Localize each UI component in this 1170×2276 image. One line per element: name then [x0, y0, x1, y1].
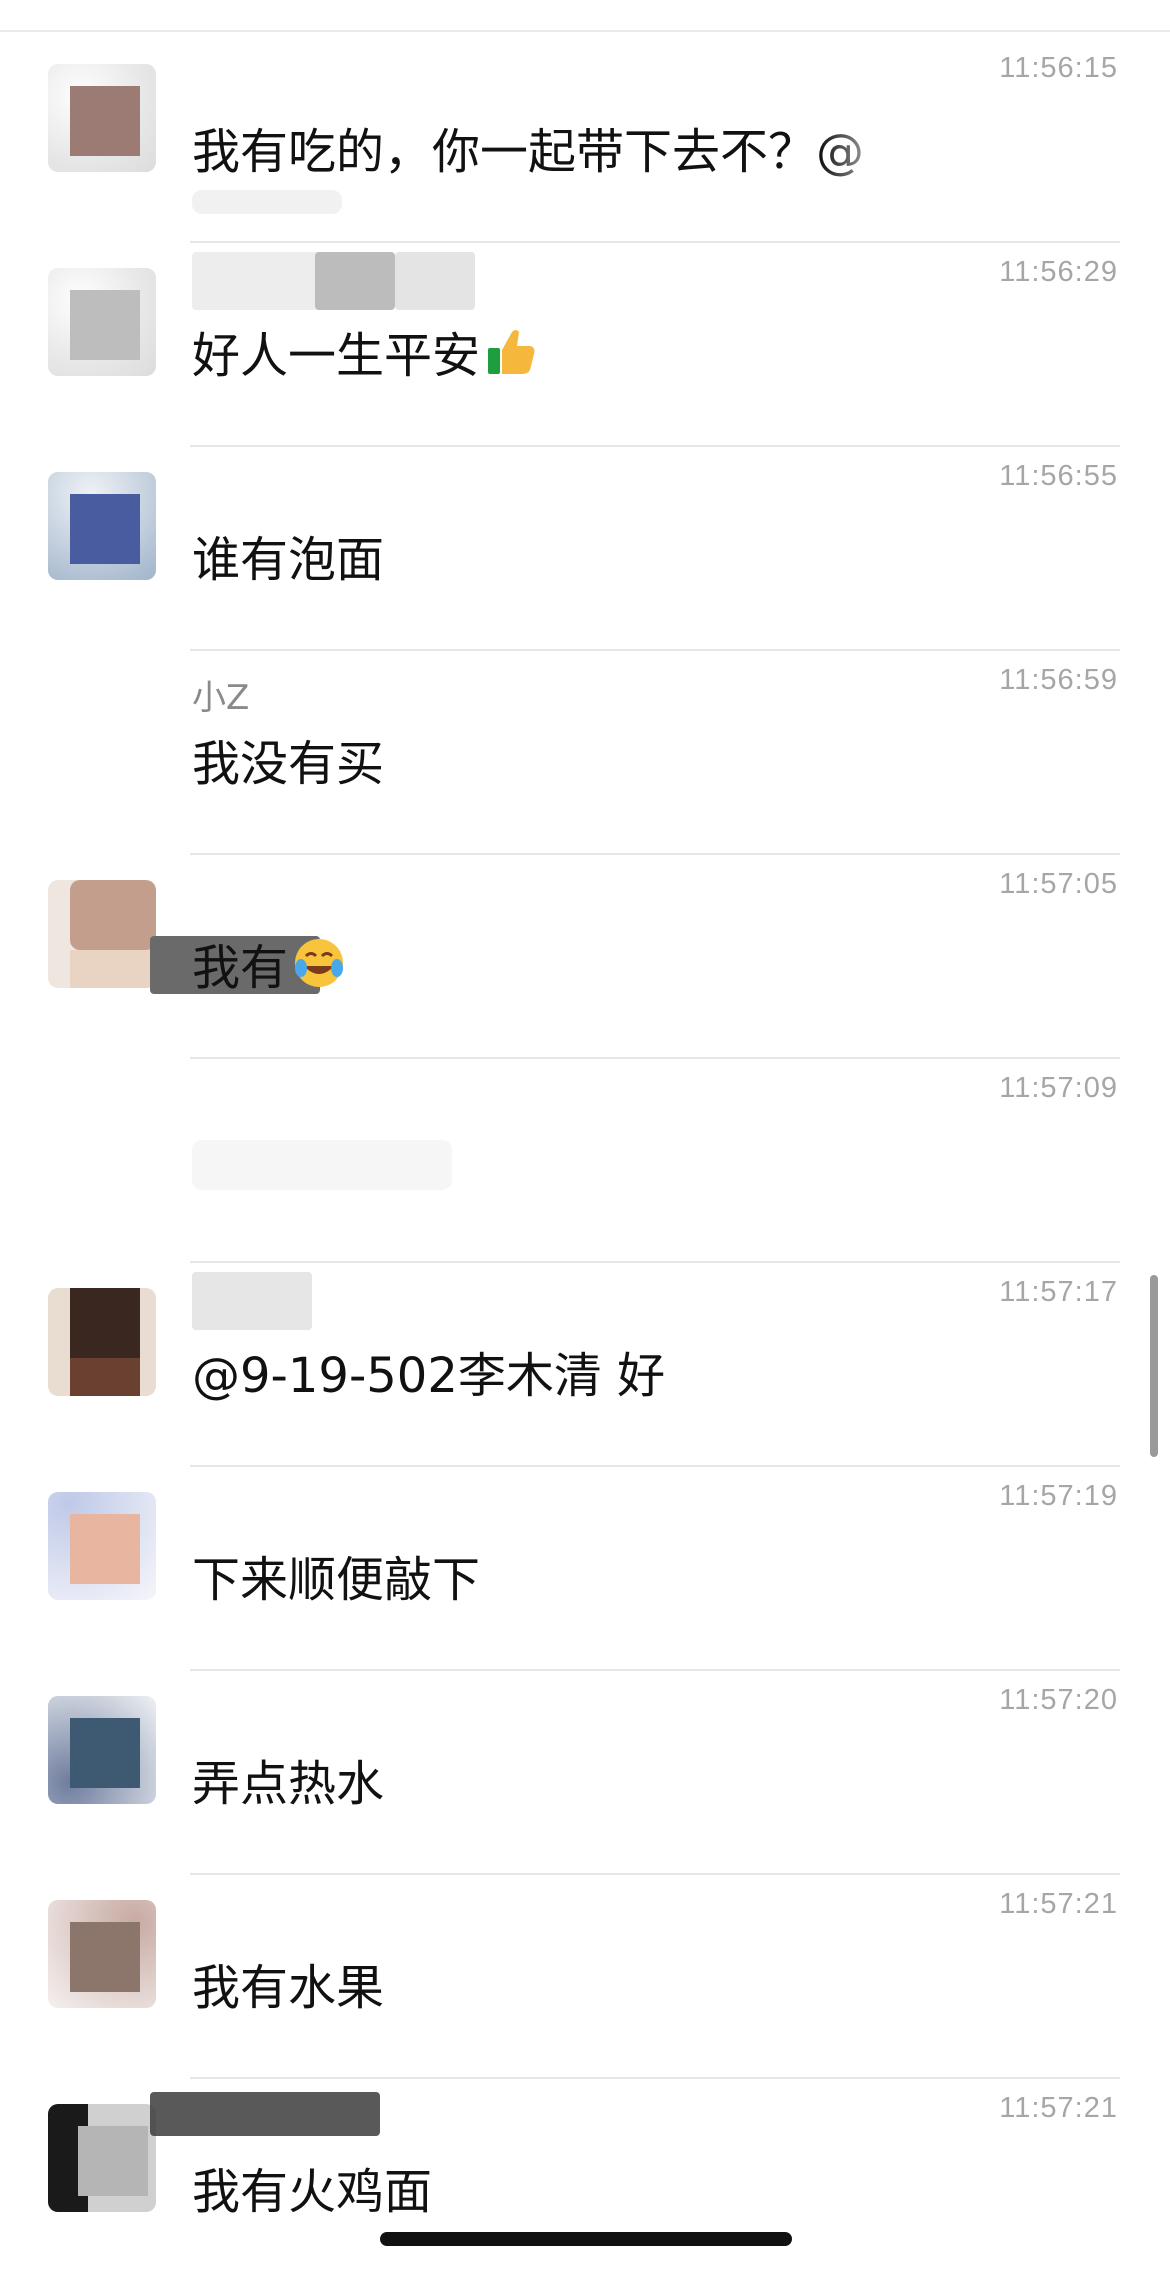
message-text: 好人一生平安: [192, 316, 538, 386]
chat-message[interactable]: 11:57:09: [0, 1060, 1170, 1263]
chat-message[interactable]: 11:57:21 我有水果: [0, 1876, 1170, 2079]
message-divider: [190, 241, 1120, 243]
message-text: 我有火鸡面: [192, 2164, 433, 2220]
message-time: 11:57:21: [999, 1888, 1118, 1920]
avatar[interactable]: [48, 2104, 156, 2212]
message-divider: [190, 1873, 1120, 1875]
chat-message[interactable]: 11:57:19 下来顺便敲下: [0, 1468, 1170, 1671]
chat-message[interactable]: 小Z 11:56:59 我没有买: [0, 652, 1170, 855]
avatar[interactable]: [48, 472, 156, 580]
chat-screen: 11:56:15 我有吃的，你一起带下去不？@ 11:56:29 好人一生平安: [0, 0, 1170, 2276]
avatar[interactable]: [48, 880, 156, 988]
message-time: 11:57:17: [999, 1276, 1118, 1308]
message-time: 11:56:15: [999, 52, 1118, 84]
laughing-crying-icon: [295, 939, 344, 987]
avatar[interactable]: [48, 1900, 156, 2008]
message-time: 11:57:05: [999, 868, 1118, 900]
message-text: 我没有买: [192, 736, 385, 792]
message-text: 我有: [192, 928, 346, 998]
message-divider: [190, 1669, 1120, 1671]
scrollbar[interactable]: [1150, 1275, 1158, 1457]
message-divider: [190, 2077, 1120, 2079]
message-divider: [190, 1057, 1120, 1059]
avatar[interactable]: [48, 1288, 156, 1396]
message-text-content: 好人一生平安: [192, 328, 481, 384]
message-text: @9-19-502李木清 好: [192, 1348, 666, 1404]
message-text: 谁有泡面: [192, 532, 385, 588]
message-time: 11:57:19: [999, 1480, 1118, 1512]
home-indicator[interactable]: [380, 2232, 792, 2246]
message-text: 我有吃的，你一起带下去不？@: [192, 124, 865, 180]
avatar[interactable]: [48, 1696, 156, 1804]
top-divider: [0, 30, 1170, 32]
message-time: 11:57:09: [999, 1072, 1118, 1104]
message-divider: [190, 1261, 1120, 1263]
message-divider: [190, 1465, 1120, 1467]
message-text: 弄点热水: [192, 1756, 385, 1812]
message-divider: [190, 649, 1120, 651]
chat-message[interactable]: 11:57:21 我有火鸡面: [0, 2080, 1170, 2276]
message-text-content: 我有: [192, 940, 289, 996]
chat-message[interactable]: 11:57:05 我有: [0, 856, 1170, 1059]
avatar[interactable]: [48, 1492, 156, 1600]
avatar[interactable]: [48, 64, 156, 172]
chat-message[interactable]: 11:56:15 我有吃的，你一起带下去不？@: [0, 40, 1170, 243]
avatar[interactable]: [48, 268, 156, 376]
message-text: 我有水果: [192, 1960, 385, 2016]
message-time: 11:57:20: [999, 1684, 1118, 1716]
message-text: 下来顺便敲下: [192, 1552, 481, 1608]
message-time: 11:56:29: [999, 256, 1118, 288]
message-divider: [190, 445, 1120, 447]
chat-message[interactable]: 11:57:17 @9-19-502李木清 好: [0, 1264, 1170, 1467]
thumbs-up-icon: [488, 330, 535, 374]
message-time: 11:56:55: [999, 460, 1118, 492]
message-time: 11:56:59: [999, 664, 1118, 696]
message-divider: [190, 853, 1120, 855]
sender-name: 小Z: [192, 678, 250, 718]
chat-message[interactable]: 11:57:20 弄点热水: [0, 1672, 1170, 1875]
message-time: 11:57:21: [999, 2092, 1118, 2124]
chat-message[interactable]: 11:56:55 谁有泡面: [0, 448, 1170, 651]
chat-message[interactable]: 11:56:29 好人一生平安: [0, 244, 1170, 447]
